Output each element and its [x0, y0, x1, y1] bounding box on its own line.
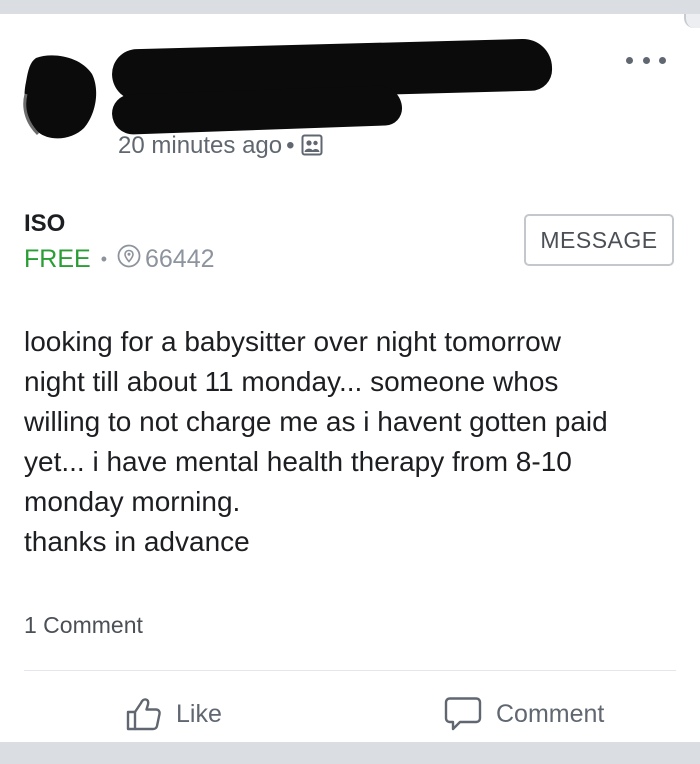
actions-divider [24, 670, 676, 671]
post-text-line: looking for a babysitter over night tomo… [24, 326, 561, 357]
post-text-line: willing to not charge me as i havent got… [24, 406, 608, 437]
message-button[interactable]: MESSAGE [524, 214, 674, 266]
avatar[interactable] [22, 54, 98, 140]
post-text: looking for a babysitter over night tomo… [24, 322, 684, 562]
post-text-line: monday morning. [24, 486, 241, 517]
post-timestamp[interactable]: 20 minutes ago [118, 132, 282, 159]
adjacent-card-edge [684, 14, 700, 28]
thumbs-up-icon [126, 697, 162, 731]
post-text-line: thanks in advance [24, 526, 250, 557]
like-label: Like [176, 699, 222, 728]
listing-location: 66442 [145, 245, 215, 273]
like-button[interactable]: Like [126, 690, 222, 738]
meta-separator: • [286, 132, 295, 159]
group-members-icon [301, 134, 323, 163]
location-pin-icon [117, 244, 141, 275]
listing-title: ISO [24, 210, 66, 237]
feed-gap [0, 742, 700, 764]
post-meta: 20 minutes ago • [118, 132, 323, 163]
listing-details: FREE • 66442 [24, 244, 215, 275]
listing-price: FREE [24, 245, 91, 273]
post-card: 20 minutes ago • ISO FREE • 66442 MESSAGE… [0, 14, 700, 742]
comment-label: Comment [496, 699, 605, 728]
more-options-icon[interactable] [626, 50, 666, 70]
comment-button[interactable]: Comment [444, 690, 604, 738]
post-text-line: night till about 11 monday... someone wh… [24, 366, 559, 397]
speech-bubble-icon [444, 696, 482, 732]
price-separator: • [100, 249, 107, 269]
post-text-line: yet... i have mental health therapy from… [24, 446, 572, 477]
comment-count[interactable]: 1 Comment [24, 612, 143, 639]
